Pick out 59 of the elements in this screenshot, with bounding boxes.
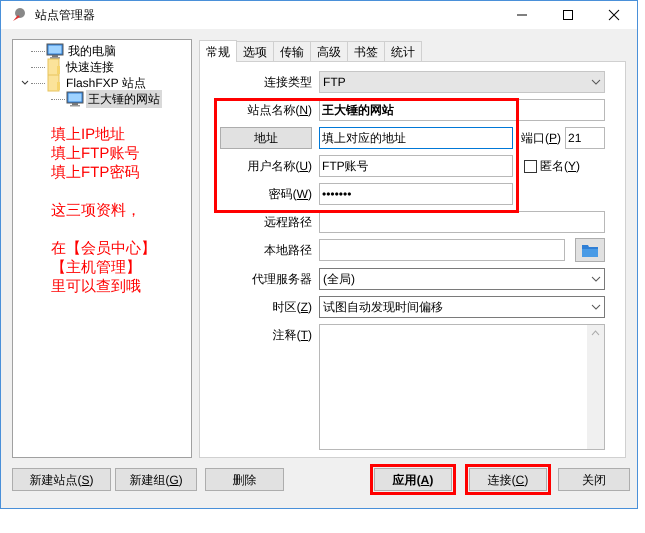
folder-icon (581, 242, 599, 258)
anonymous-checkbox[interactable]: 匿名(Y) (524, 155, 580, 177)
field-label: 用户名称(U) (247, 158, 312, 175)
dropdown-caret-icon (591, 276, 601, 282)
dialog-button[interactable]: 连接(C) (465, 464, 551, 495)
input-field[interactable] (319, 239, 565, 261)
port-field[interactable]: 21 (565, 127, 605, 149)
computer-icon (66, 91, 84, 107)
scrollbar[interactable] (587, 325, 604, 449)
tree-item[interactable]: FlashFXP 站点 (64, 74, 148, 92)
field-label: 端口(P) (521, 130, 562, 147)
address-button[interactable]: 地址 (220, 127, 312, 149)
folder-icon (46, 74, 62, 92)
tab[interactable]: 传输 (273, 41, 311, 61)
note-text: 这三项资料， (51, 201, 141, 220)
field-label: 远程路径 (264, 214, 312, 231)
tab[interactable]: 选项 (236, 41, 274, 61)
window-title: 站点管理器 (35, 7, 95, 24)
note-text: 填上IP地址 (51, 125, 126, 144)
dropdown-caret-icon (591, 304, 601, 310)
computer-icon (46, 43, 64, 59)
field-label: 连接类型 (264, 74, 312, 91)
maximize-icon[interactable] (562, 9, 574, 21)
app-icon (11, 7, 27, 23)
dialog-button[interactable]: 新建站点(S) (12, 468, 111, 491)
field-label: 时区(Z) (272, 299, 312, 316)
field-label: 注释(T) (272, 327, 312, 344)
input-field[interactable] (319, 211, 605, 233)
note-text: 里可以查到哦 (51, 277, 141, 296)
field-label: 代理服务器 (252, 271, 312, 288)
field-label: 本地路径 (264, 242, 312, 259)
field-label: 密码(W) (268, 186, 312, 203)
note-text: 填上FTP密码 (51, 163, 140, 182)
dropdown[interactable]: (全局) (319, 268, 605, 290)
close-icon[interactable] (608, 9, 620, 21)
tab[interactable]: 常规 (199, 40, 237, 62)
tree-item[interactable]: 快速连接 (64, 58, 116, 76)
dropdown[interactable]: 试图自动发现时间偏移 (319, 296, 605, 318)
notes-field[interactable] (319, 324, 605, 450)
scroll-up-icon[interactable] (591, 330, 600, 336)
dialog-button[interactable]: 删除 (205, 468, 284, 491)
dialog-button[interactable]: 应用(A) (370, 464, 456, 495)
dialog-button[interactable]: 新建组(G) (115, 468, 197, 491)
folder-icon (46, 58, 62, 76)
input-field[interactable]: 王大锤的网站 (319, 99, 605, 121)
collapse-icon[interactable] (21, 80, 29, 86)
note-text: 【主机管理】 (51, 258, 141, 277)
dropdown-caret-icon (591, 79, 601, 85)
input-field[interactable]: 填上对应的地址 (319, 127, 513, 149)
note-text: 在【会员中心】 (51, 239, 156, 258)
tab[interactable]: 统计 (384, 41, 422, 61)
note-text: 填上FTP账号 (51, 144, 140, 163)
dialog-button[interactable]: 关闭 (558, 468, 630, 491)
password-field[interactable]: ••••••• (319, 183, 513, 205)
browse-folder-button[interactable] (575, 238, 605, 262)
tree-item[interactable]: 王大锤的网站 (86, 90, 162, 108)
input-field[interactable]: FTP账号 (319, 155, 513, 177)
tree-item[interactable]: 我的电脑 (66, 42, 118, 60)
field-label: 站点名称(N) (247, 102, 312, 119)
